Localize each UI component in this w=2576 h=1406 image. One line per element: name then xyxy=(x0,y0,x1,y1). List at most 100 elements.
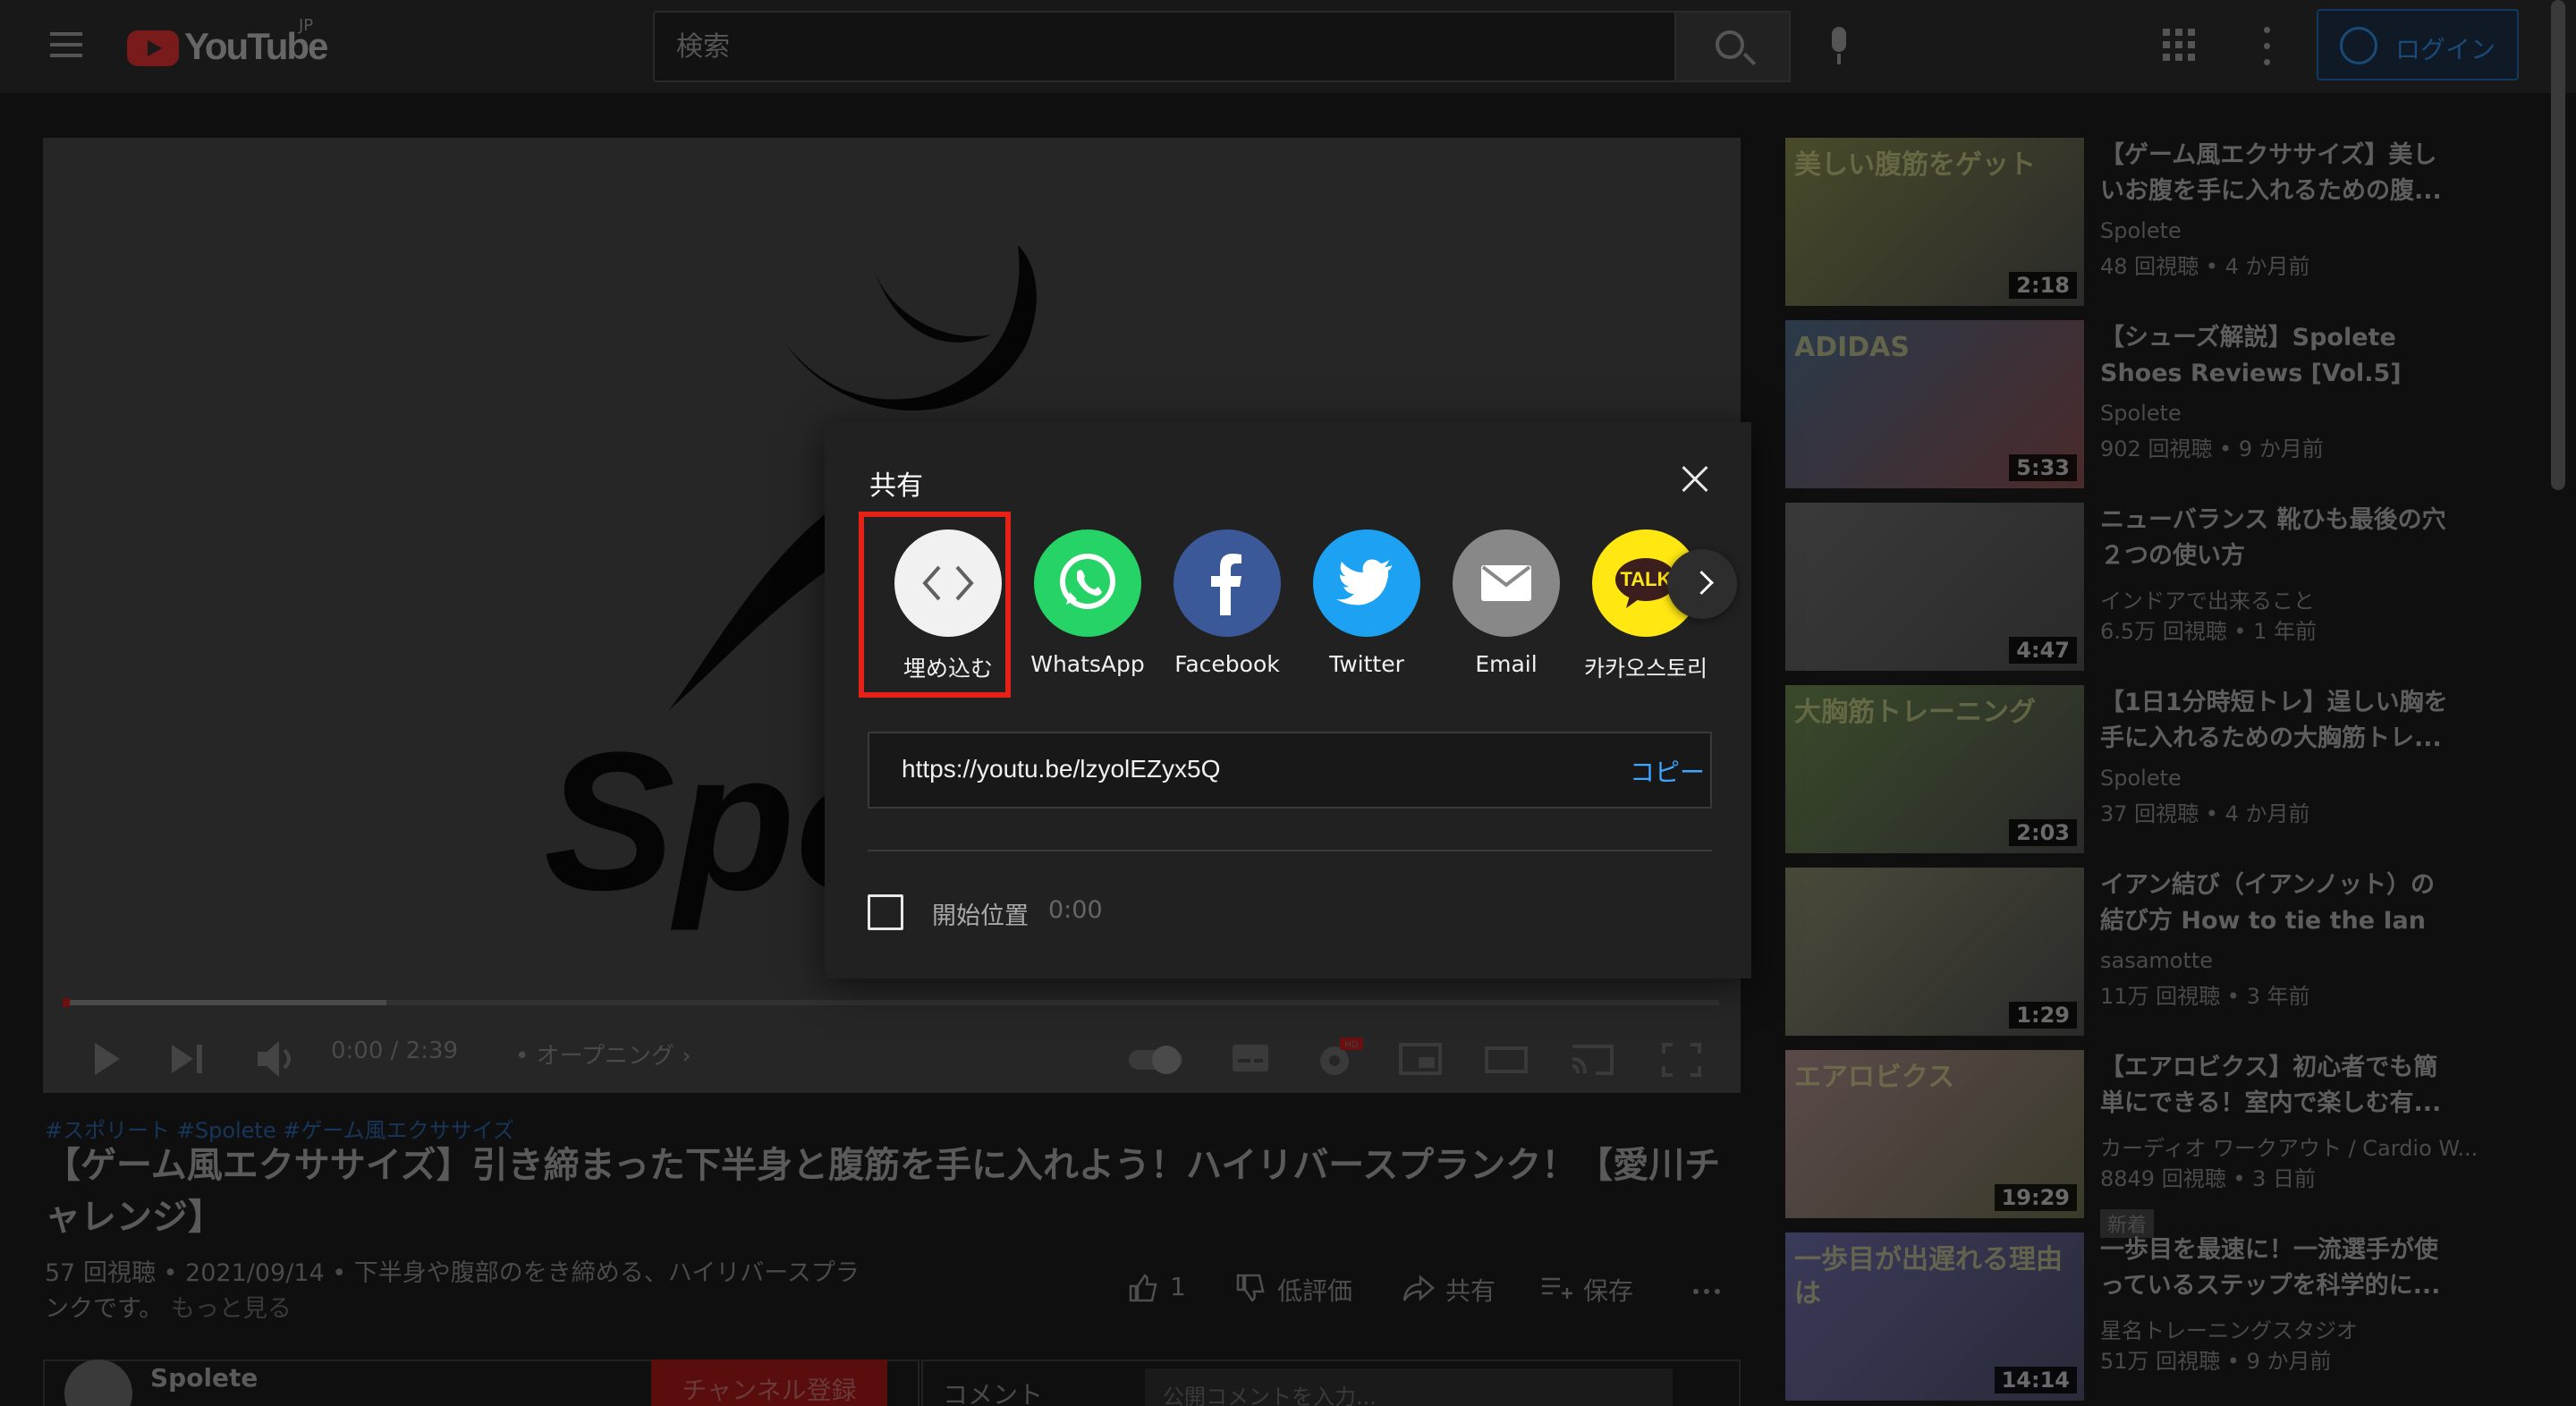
start-at-checkbox[interactable] xyxy=(868,894,903,930)
chapter-title[interactable]: • オープニング › xyxy=(515,1038,691,1071)
recommendation-views: 11万 回視聴 • 3 年前 xyxy=(2100,984,2310,1009)
recommendation-views: 37 回視聴 • 4 か月前 xyxy=(2100,801,2310,826)
recommendation-views: 6.5万 回視聴 • 1 年前 xyxy=(2100,619,2318,644)
share-target-label: WhatsApp xyxy=(1030,651,1145,677)
progress-scrubber[interactable] xyxy=(63,998,70,1007)
search-icon xyxy=(1716,30,1744,59)
recommendation-item[interactable]: ADIDAS 5:33 【シューズ解説】Spolete Shoes Reviews … xyxy=(1785,320,2501,490)
menu-icon[interactable] xyxy=(47,27,82,63)
start-at-label: 開始位置 xyxy=(932,902,1029,930)
subscribe-button[interactable]: チャンネル登録 xyxy=(651,1359,887,1406)
recommendation-channel[interactable]: sasamotte xyxy=(2100,948,2213,973)
start-at-time[interactable]: 0:00 xyxy=(1048,896,1103,924)
whatsapp-icon xyxy=(1034,529,1141,637)
share-target-label: Facebook xyxy=(1174,651,1280,677)
comments-label: コメント xyxy=(943,1380,1044,1406)
recommendation-item[interactable]: 1:29 イアン結び（イアンノット）の結び方 How to tie the Ian… xyxy=(1785,868,2501,1038)
share-email[interactable]: Email xyxy=(1428,529,1567,699)
share-twitter[interactable]: Twitter xyxy=(1288,529,1428,699)
recommendation-channel[interactable]: Spolete xyxy=(2100,766,2182,791)
recommendation-title[interactable]: 一歩目を最速に！一流選手が使っているステップを科学的に... xyxy=(2100,1232,2458,1304)
close-icon[interactable] xyxy=(1676,462,1712,497)
video-thumbnail[interactable]: ADIDAS 5:33 xyxy=(1785,320,2084,488)
video-thumbnail[interactable]: 大胸筋トレーニング 2:03 xyxy=(1785,685,2084,853)
login-label: ログイン xyxy=(2395,35,2496,64)
svg-text:TALK: TALK xyxy=(1620,568,1671,590)
share-target-label: Twitter xyxy=(1329,651,1404,677)
video-description: 57 回視聴 • 2021/09/14 • 下半身や腹部のをき締める、ハイリバー… xyxy=(45,1259,860,1323)
video-title: 【ゲーム風エクササイズ】引き締まった下半身と腹筋を手に入れよう！ハイリバースプラ… xyxy=(45,1145,1721,1238)
thumbs-up-icon xyxy=(1129,1274,1157,1302)
search-button[interactable] xyxy=(1676,11,1791,82)
recommendation-channel[interactable]: インドアで出来ること xyxy=(2100,583,2315,614)
scrollbar[interactable] xyxy=(2551,0,2565,490)
region-code: JP xyxy=(299,16,314,35)
recommendation-item[interactable]: 4:47 ニューバランス 靴ひも最後の穴 ２つの使い方インドアで出来ること 6.5万… xyxy=(1785,503,2501,673)
recommendation-item[interactable]: 大胸筋トレーニング 2:03 【1日1分時短トレ】逞しい胸を手に入れるための大胸筋ト… xyxy=(1785,685,2501,855)
share-dialog-title: 共有 xyxy=(869,470,923,502)
share-whatsapp[interactable]: WhatsApp xyxy=(1009,529,1148,699)
copy-button[interactable]: コピー xyxy=(1630,753,1705,789)
cast-icon[interactable] xyxy=(1567,1032,1617,1086)
theater-mode-icon[interactable] xyxy=(1483,1032,1530,1086)
microphone-icon[interactable] xyxy=(1821,23,1857,68)
video-thumbnail[interactable]: エアロビクス 19:29 xyxy=(1785,1050,2084,1218)
video-duration: 5:33 xyxy=(2009,454,2077,481)
search-input[interactable] xyxy=(655,13,1674,80)
recommendation-channel[interactable]: Spolete xyxy=(2100,401,2182,426)
divider xyxy=(868,850,1712,851)
recommendation-title[interactable]: 【エアロビクス】初心者でも簡単にできる！室内で楽しむ有... xyxy=(2100,1050,2458,1122)
highlight-box xyxy=(859,512,1011,698)
recommendation-views: 48 回視聴 • 4 か月前 xyxy=(2100,254,2310,279)
video-thumbnail[interactable]: 4:47 xyxy=(1785,503,2084,671)
comment-input[interactable]: 公開コメントを入力... xyxy=(1145,1368,1673,1406)
autoplay-toggle[interactable] xyxy=(1125,1032,1190,1086)
twitter-icon xyxy=(1313,529,1420,637)
recommendation-title[interactable]: 【1日1分時短トレ】逞しい胸を手に入れるための大胸筋トレ... xyxy=(2100,685,2458,757)
volume-icon[interactable] xyxy=(254,1032,299,1086)
show-more-link[interactable]: もっと見る xyxy=(171,1295,292,1323)
thumbnail-text: ADIDAS xyxy=(1794,332,1911,363)
recommendation-item[interactable]: 美しい腹筋をゲット 2:18 【ゲーム風エクササイズ】美しいお腹を手に入れるための腹… xyxy=(1785,138,2501,308)
recommendation-title[interactable]: イアン結び（イアンノット）の結び方 How to tie the Ian Kno… xyxy=(2100,868,2458,939)
recommendation-views: 8849 回視聴 • 3 日前 xyxy=(2100,1166,2317,1191)
login-button[interactable]: ログイン xyxy=(2317,9,2519,80)
thumbnail-text: 大胸筋トレーニング xyxy=(1794,697,2036,728)
fullscreen-icon[interactable] xyxy=(1658,1032,1705,1086)
thumbnail-text: エアロビクス xyxy=(1794,1062,1955,1093)
video-duration: 4:47 xyxy=(2009,637,2077,664)
share-arrow-icon xyxy=(1402,1275,1435,1301)
settings-gear-icon[interactable]: HD xyxy=(1313,1032,1367,1086)
share-facebook[interactable]: Facebook xyxy=(1148,529,1288,699)
share-url[interactable]: https://youtu.be/lzyolEZyx5Q xyxy=(902,755,1220,783)
share-url-box: https://youtu.be/lzyolEZyx5Q コピー xyxy=(868,732,1712,809)
recommendation-title[interactable]: 【シューズ解説】Spolete Shoes Reviews [Vol.5] ad… xyxy=(2100,320,2458,392)
masthead: YouTube JP ログイン xyxy=(0,0,2576,93)
play-icon[interactable] xyxy=(89,1032,125,1086)
recommendation-channel[interactable]: Spolete xyxy=(2100,218,2182,243)
youtube-play-icon xyxy=(127,30,179,66)
search-box xyxy=(653,11,1676,82)
share-target-label: 카카오스토리 xyxy=(1583,656,1707,682)
video-thumbnail[interactable]: 一歩目が出遅れる理由は 14:14 xyxy=(1785,1232,2084,1401)
share-dialog: 共有 埋め込む WhatsApp Facebook Twitter Email xyxy=(825,422,1751,978)
time-display: 0:00 / 2:39 xyxy=(331,1038,459,1064)
recommendation-title[interactable]: 【ゲーム風エクササイズ】美しいお腹を手に入れるための腹... xyxy=(2100,138,2458,209)
apps-grid-icon[interactable] xyxy=(2163,29,2199,64)
settings-more-icon[interactable] xyxy=(2261,27,2272,66)
video-duration: 1:29 xyxy=(2009,1002,2077,1029)
video-thumbnail[interactable]: 美しい腹筋をゲット 2:18 xyxy=(1785,138,2084,306)
hd-badge: HD xyxy=(1344,1040,1359,1050)
miniplayer-icon[interactable] xyxy=(1397,1032,1444,1086)
next-icon[interactable] xyxy=(168,1032,208,1086)
recommendation-item[interactable]: 一歩目が出遅れる理由は 14:14 一歩目を最速に！一流選手が使っているステップを科… xyxy=(1785,1232,2501,1402)
recommendation-channel[interactable]: カーディオ ワークアウト / Cardio W... xyxy=(2100,1131,2478,1162)
subtitles-icon[interactable] xyxy=(1229,1032,1272,1086)
channel-name[interactable]: Spolete xyxy=(150,1363,258,1393)
recommendation-channel[interactable]: 星名トレーニングスタジオ xyxy=(2100,1313,2358,1344)
recommendation-item[interactable]: エアロビクス 19:29 【エアロビクス】初心者でも簡単にできる！室内で楽しむ有..… xyxy=(1785,1050,2501,1238)
recommendation-title[interactable]: ニューバランス 靴ひも最後の穴 ２つの使い方 xyxy=(2100,503,2458,574)
progress-buffer xyxy=(64,1000,386,1005)
video-thumbnail[interactable]: 1:29 xyxy=(1785,868,2084,1036)
chevron-right-icon[interactable] xyxy=(1667,549,1737,619)
